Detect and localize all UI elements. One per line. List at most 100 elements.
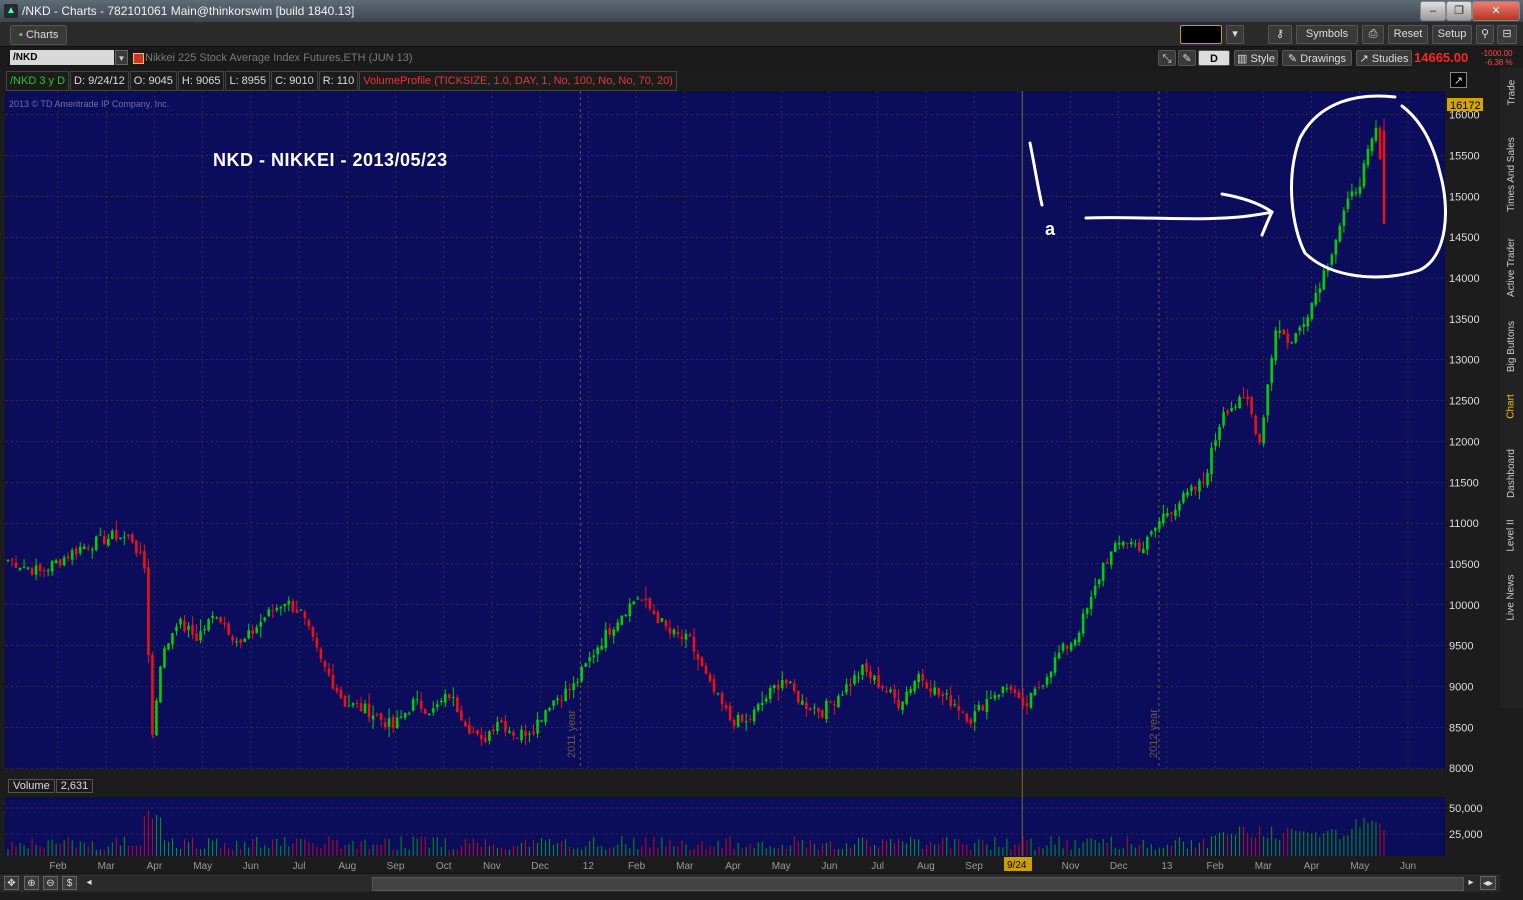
candle-body (965, 713, 969, 722)
candle-body (460, 710, 463, 721)
cursor-date-badge: 9/24 (1004, 857, 1032, 871)
candle-body (1029, 692, 1033, 708)
reset-button[interactable]: Reset (1388, 25, 1428, 44)
chart-tab-icon: ▪ (19, 29, 26, 41)
candle-body (14, 562, 18, 568)
candle-body (1146, 536, 1149, 550)
link-color-box[interactable] (1180, 25, 1222, 44)
price-chart[interactable]: 1600015500150001450014000135001300012500… (0, 88, 1500, 878)
volume-label: Volume 2,631 (8, 779, 94, 793)
candle-body (905, 691, 908, 704)
candle-body (1202, 482, 1205, 484)
maximize-button[interactable]: ❐ (1446, 1, 1472, 21)
candle-body (981, 705, 985, 711)
dollar-icon[interactable]: $ (62, 876, 77, 890)
style-button[interactable]: ▥ Style (1234, 50, 1278, 66)
setup-button[interactable]: Setup (1432, 25, 1472, 44)
candle-body (22, 566, 26, 568)
close-button[interactable]: ✕ (1472, 1, 1520, 21)
candle-body (1109, 551, 1113, 565)
tab-charts-label: Charts (25, 29, 59, 41)
window-title: /NKD - Charts - 782101061 Main@thinkorsw… (22, 4, 355, 18)
sidebar-tab-big-buttons[interactable]: Big Buttons (1502, 312, 1521, 380)
candle-body (355, 703, 359, 705)
print-icon[interactable]: ⎙ (1362, 25, 1384, 44)
candle-body (500, 720, 503, 723)
candle-body (700, 657, 704, 666)
candle-body (1137, 542, 1141, 551)
tab-charts[interactable]: ▪ Charts (10, 25, 68, 45)
candle-body (472, 731, 475, 733)
candle-body (1366, 149, 1370, 166)
link-dropdown-icon[interactable]: ▾ (1226, 25, 1244, 44)
zoom-out-icon[interactable]: ⊖ (43, 876, 58, 890)
scroll-right-icon[interactable]: ▸ (1466, 876, 1476, 890)
pin-icon[interactable]: ⚲ (1476, 25, 1494, 44)
candle-body (1174, 509, 1177, 517)
minimize-button[interactable]: – (1420, 1, 1446, 21)
price-badge-text: 16172 (1450, 100, 1481, 112)
time-tick-label: Jul (871, 861, 884, 872)
candle-body (480, 735, 483, 740)
aggregation-button[interactable]: D (1198, 50, 1230, 66)
sidebar-tab-active-trader[interactable]: Active Trader (1502, 228, 1521, 306)
candle-body (62, 557, 66, 566)
sidebar-tab-dashboard[interactable]: Dashboard (1502, 438, 1521, 508)
studies-icon: ↗ (1359, 53, 1372, 65)
candle-body (1214, 440, 1217, 446)
candle-body (1037, 687, 1041, 689)
candle-body (1069, 643, 1073, 651)
sidebar-tab-trade[interactable]: Trade (1502, 72, 1521, 112)
sidebar-tab-level-ii[interactable]: Level II (1502, 512, 1521, 558)
candle-body (865, 663, 868, 673)
candle-body (1218, 426, 1221, 441)
lock-icon[interactable]: ⊟ (1497, 25, 1517, 44)
chart-settings-icon[interactable]: ↗ (1450, 72, 1467, 88)
candle-body (676, 631, 680, 635)
candle-body (46, 570, 50, 572)
sidebar-tab-times-and-sales[interactable]: Times And Sales (1502, 124, 1521, 224)
candle-body (524, 731, 527, 737)
scroll-left-icon[interactable]: ◂ (84, 876, 94, 890)
expand-icon[interactable]: ◂▸ (1480, 876, 1496, 890)
candle-body (1081, 613, 1085, 634)
candle-body (1125, 542, 1129, 544)
volume-value: 2,631 (55, 779, 94, 793)
candle-body (1186, 492, 1189, 496)
zoom-in-icon[interactable]: ⊕ (24, 876, 39, 890)
candle-body (540, 720, 543, 722)
annotation-title: NKD - NIKKEI - 2013/05/23 (213, 150, 448, 170)
studies-button[interactable]: ↗ Studies (1356, 50, 1412, 66)
candle-body (1049, 671, 1053, 678)
sidebar-tab-live-news[interactable]: Live News (1502, 566, 1521, 628)
candle-body (375, 714, 379, 716)
sidebar-tab-chart[interactable]: Chart (1502, 386, 1521, 426)
cursor-icon[interactable]: ⤡ (1158, 50, 1176, 66)
candle-body (917, 674, 920, 683)
time-scrollbar[interactable]: ✥ ⊕ ⊖ $ ◂ ▸ ◂▸ (0, 873, 1500, 892)
candle-body (845, 684, 848, 693)
percent-change: -6.38 % (1485, 58, 1513, 67)
pan-icon[interactable]: ✥ (4, 876, 19, 890)
candle-body (488, 731, 491, 741)
symbols-button[interactable]: Symbols (1296, 25, 1358, 44)
symbol-dropdown-icon[interactable]: ▼ (115, 50, 128, 65)
candle-body (291, 600, 295, 612)
symbol-input[interactable]: /NKD (10, 50, 114, 65)
crosshair-icon[interactable]: ✎ (1178, 50, 1196, 66)
key-icon[interactable]: ⚷ (1268, 25, 1292, 44)
candle-body (805, 702, 808, 709)
candle-body (119, 537, 122, 539)
candle-body (1105, 561, 1109, 564)
volume-label-text: Volume (8, 779, 55, 793)
volume-panel-background (5, 797, 1445, 856)
candle-body (447, 694, 451, 699)
scroll-thumb[interactable] (372, 877, 1464, 891)
candle-body (1330, 254, 1334, 265)
time-tick-label: 13 (1161, 861, 1173, 872)
candle-body (1133, 543, 1137, 545)
candle-body (596, 647, 600, 655)
candle-body (1198, 480, 1201, 492)
drawings-button[interactable]: ✎ Drawings (1282, 50, 1352, 66)
candle-body (1021, 697, 1025, 706)
